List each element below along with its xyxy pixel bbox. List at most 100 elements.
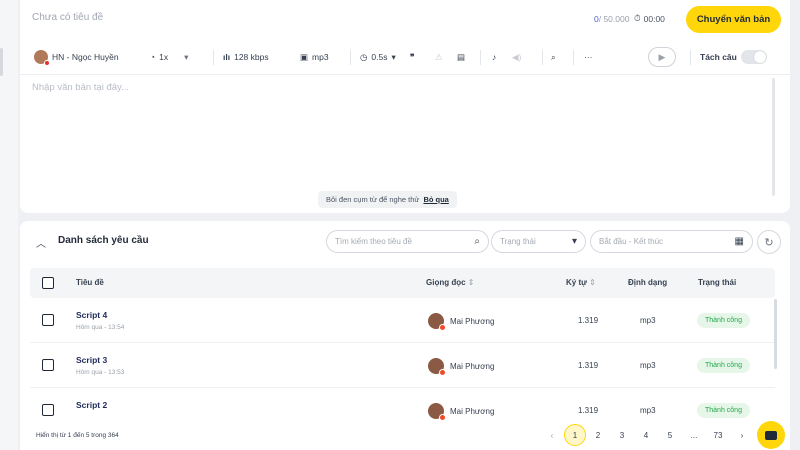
file-format-icon: ▣ [300, 51, 309, 62]
play-button[interactable]: ▶ [648, 42, 676, 72]
request-list-panel: ︿ Danh sách yêu cầu Tìm kiếm theo tiêu đ… [20, 221, 790, 450]
search-icon: ⌕ [474, 236, 480, 247]
row-voice: Mai Phương [428, 358, 494, 376]
toggle-switch[interactable] [740, 50, 767, 64]
table-row[interactable]: Script 3 Hôm qua - 13:53 Mai Phương 1.31… [30, 343, 775, 388]
row-title[interactable]: Script 2 [76, 400, 107, 410]
page-4[interactable]: 4 [634, 424, 658, 446]
clock-icon: ◷ [360, 51, 368, 62]
pause-selector[interactable]: ◷ 0.5s ▾ [360, 42, 396, 72]
collapse-icon[interactable]: ︿ [36, 235, 46, 250]
row-checkbox[interactable] [42, 404, 54, 416]
search-button[interactable]: ⌕ [551, 42, 556, 72]
row-title[interactable]: Script 4 [76, 310, 107, 320]
column-chars[interactable]: Ký tự ⇕ [566, 278, 596, 287]
search-input[interactable]: Tìm kiếm theo tiêu đề ⌕ [326, 230, 489, 253]
quote-icon: ❞ [410, 51, 415, 62]
row-chars: 1.319 [578, 406, 599, 415]
voice-selector[interactable]: HN - Ngọc Huyền [34, 42, 119, 72]
split-sentence-toggle[interactable]: Tách câu [700, 42, 767, 72]
pagination: ‹ 1 2 3 4 5 ... 73 › [540, 424, 754, 446]
volume-icon: ◀︎) [512, 51, 522, 62]
editor-scrollbar[interactable] [772, 78, 775, 196]
date-range-picker[interactable]: Bắt đầu - Kết thúc ▦ [590, 230, 753, 253]
more-options-button[interactable]: ··· [584, 42, 593, 72]
row-format: mp3 [640, 406, 656, 415]
prev-page-button[interactable]: ‹ [540, 424, 564, 446]
chat-support-button[interactable] [757, 421, 785, 449]
quote-button[interactable]: ❞ [410, 42, 415, 72]
play-icon: ▶ [658, 51, 666, 62]
duration-value: 00:00 [643, 13, 665, 24]
left-sidebar-edge [0, 0, 18, 450]
row-title[interactable]: Script 3 [76, 355, 107, 365]
row-checkbox[interactable] [42, 314, 54, 326]
convert-text-button[interactable]: Chuyển văn bản [686, 6, 781, 33]
speed-selector[interactable]: ◔ 1x ▾ [150, 42, 188, 72]
chevron-down-icon: ▾ [391, 51, 396, 62]
volume-button[interactable]: ◀︎) [512, 42, 521, 72]
row-time: Hôm qua - 13:54 [76, 324, 125, 331]
row-format: mp3 [640, 361, 656, 370]
range-summary: Hiển thị từ 1 đến 5 trong 364 [36, 432, 119, 439]
preview-hint: Bôi đen cụm từ để nghe thử Bỏ qua [318, 191, 457, 208]
row-checkbox[interactable] [42, 359, 54, 371]
page-3[interactable]: 3 [610, 424, 634, 446]
chevron-down-icon: ▾ [571, 236, 577, 247]
page-ellipsis: ... [690, 430, 698, 440]
sort-icon: ⇕ [467, 278, 475, 287]
next-page-button[interactable]: › [730, 424, 754, 446]
table-scrollbar[interactable] [774, 299, 777, 369]
search-icon: ⌕ [551, 51, 556, 62]
character-limit: / 50.000 [598, 14, 630, 24]
bitrate-selector[interactable]: ılı 128 kbps [223, 42, 269, 72]
row-voice: Mai Phương [428, 313, 494, 331]
duration-display: ⏱ 00:00 [634, 13, 665, 24]
voice-avatar [428, 358, 446, 376]
hint-text: Bôi đen cụm từ để nghe thử [326, 195, 420, 204]
request-table: Tiêu đề Giọng đọc ⇕ Ký tự ⇕ Định dạng Tr… [30, 268, 775, 433]
request-list-header: ︿ Danh sách yêu cầu Tìm kiếm theo tiêu đ… [20, 221, 790, 261]
chevron-down-icon: ▾ [184, 51, 189, 62]
format-selector[interactable]: ▣ mp3 [300, 42, 329, 72]
table-header: Tiêu đề Giọng đọc ⇕ Ký tự ⇕ Định dạng Tr… [30, 268, 775, 298]
bitrate-value: 128 kbps [234, 52, 269, 62]
warning-button[interactable]: ⚠ [435, 42, 443, 72]
dictionary-button[interactable]: ▤ [457, 42, 465, 72]
table-row[interactable]: Script 4 Hôm qua - 13:54 Mai Phương 1.31… [30, 298, 775, 343]
skip-hint-link[interactable]: Bỏ qua [423, 195, 448, 204]
column-status: Trạng thái [698, 278, 737, 287]
editor-panel: Chưa có tiêu đề 0/ 50.000 ⏱ 00:00 Chuyển… [20, 0, 790, 213]
split-sentence-label: Tách câu [700, 52, 737, 62]
bitrate-icon: ılı [223, 52, 231, 62]
music-button[interactable]: ♪ [492, 42, 496, 72]
row-voice: Mai Phương [428, 403, 494, 421]
status-filter[interactable]: Trạng thái ▾ [491, 230, 586, 253]
status-badge: Thành công [697, 313, 750, 328]
text-input-area[interactable]: Nhập văn bản tại đây... [32, 82, 129, 93]
status-badge: Thành công [697, 403, 750, 418]
voice-avatar [34, 50, 50, 66]
row-time: Hôm qua - 13:53 [76, 369, 125, 376]
status-badge: Thành công [697, 358, 750, 373]
editor-toolbar: HN - Ngọc Huyền ◔ 1x ▾ ılı 128 kbps ▣ mp… [20, 42, 790, 72]
row-format: mp3 [640, 316, 656, 325]
sidebar-tab[interactable] [0, 48, 3, 76]
column-voice[interactable]: Giọng đọc ⇕ [426, 278, 475, 287]
book-icon: ▤ [457, 51, 466, 62]
page-1[interactable]: 1 [564, 424, 586, 446]
page-73[interactable]: 73 [706, 424, 730, 446]
warning-icon: ⚠ [435, 51, 443, 62]
page-5[interactable]: 5 [658, 424, 682, 446]
calendar-icon: ▦ [734, 236, 744, 247]
refresh-button[interactable]: ↻ [757, 230, 781, 254]
character-counter: 0/ 50.000 [594, 14, 629, 24]
document-title-input[interactable]: Chưa có tiêu đề [32, 12, 103, 23]
voice-avatar [428, 313, 446, 331]
request-list-title: Danh sách yêu cầu [58, 235, 149, 246]
page-2[interactable]: 2 [586, 424, 610, 446]
voice-avatar [428, 403, 446, 421]
pause-value: 0.5s [371, 52, 388, 62]
select-all-checkbox[interactable] [42, 277, 54, 289]
more-icon: ··· [584, 52, 593, 62]
